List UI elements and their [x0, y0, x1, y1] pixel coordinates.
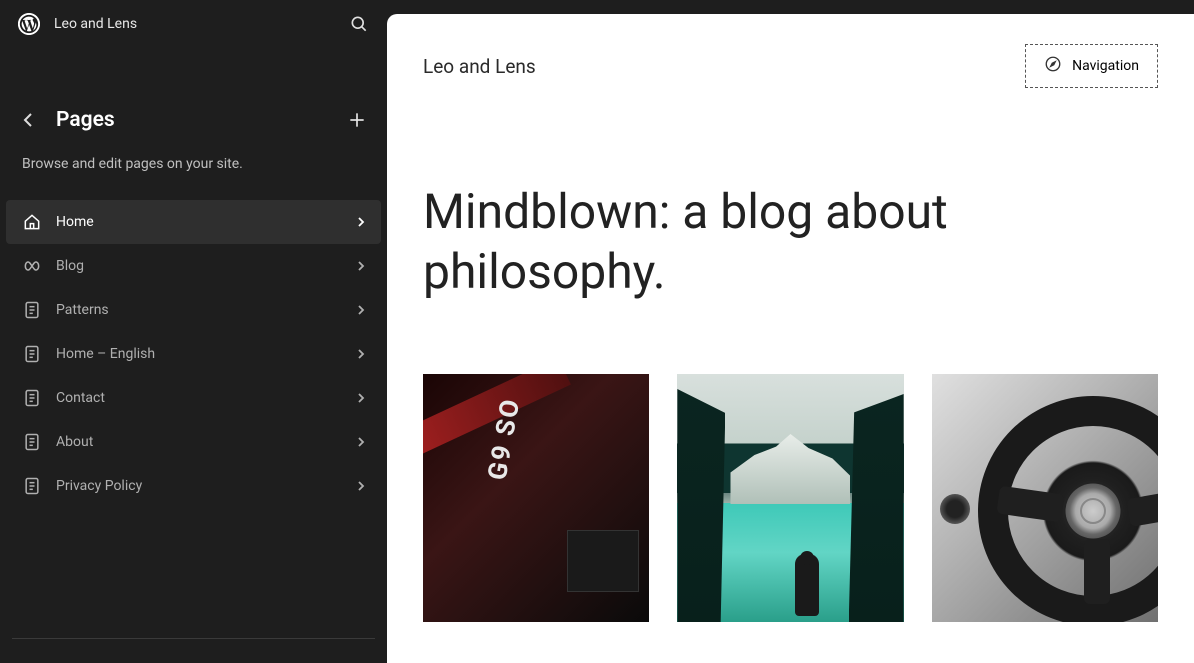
page-item-label: Privacy Policy — [56, 478, 142, 494]
page-list: Home Blog Patterns Home – English Contact Abo… — [0, 200, 387, 508]
page-item-left: Home — [22, 212, 94, 232]
page-item-patterns[interactable]: Patterns — [6, 288, 381, 332]
hero-title[interactable]: Mindblown: a blog about philosophy. — [387, 182, 1107, 302]
page-item-left: About — [22, 432, 93, 452]
wordpress-logo-icon[interactable] — [18, 13, 40, 35]
sidebar-top-left: Leo and Lens — [18, 13, 137, 35]
page-item-about[interactable]: About — [6, 420, 381, 464]
page-item-blog[interactable]: Blog — [6, 244, 381, 288]
home-icon — [22, 212, 42, 232]
preview-site-title[interactable]: Leo and Lens — [423, 55, 536, 78]
sidebar: Leo and Lens Pages Browse and edit pages… — [0, 0, 387, 663]
page-item-label: Home — [56, 214, 94, 230]
page-item-contact[interactable]: Contact — [6, 376, 381, 420]
preview-canvas: Leo and Lens Navigation Mindblown: a blo… — [387, 14, 1194, 663]
sidebar-topbar: Leo and Lens — [0, 0, 387, 48]
post-thumbnail[interactable] — [932, 374, 1158, 622]
loop-icon — [22, 256, 42, 276]
page-icon — [22, 300, 42, 320]
page-item-privacy-policy[interactable]: Privacy Policy — [6, 464, 381, 508]
navigation-label: Navigation — [1072, 58, 1139, 74]
page-item-left: Blog — [22, 256, 84, 276]
page-item-home-english[interactable]: Home – English — [6, 332, 381, 376]
chevron-right-icon — [357, 392, 365, 404]
navigation-placeholder[interactable]: Navigation — [1025, 44, 1158, 88]
sidebar-description: Browse and edit pages on your site. — [0, 156, 387, 172]
post-thumbnail[interactable]: G9 SO ▪▪▪▪▪▪▪▪▪▪▪▪▪▪▪ — [423, 374, 649, 622]
page-item-label: About — [56, 434, 93, 450]
chevron-right-icon — [357, 436, 365, 448]
page-icon — [22, 432, 42, 452]
chevron-right-icon — [357, 260, 365, 272]
page-item-left: Patterns — [22, 300, 109, 320]
page-item-label: Blog — [56, 258, 84, 274]
chevron-right-icon — [357, 480, 365, 492]
page-item-label: Patterns — [56, 302, 109, 318]
page-item-left: Contact — [22, 388, 105, 408]
page-icon — [22, 344, 42, 364]
page-icon — [22, 476, 42, 496]
chevron-right-icon — [357, 216, 365, 228]
page-icon — [22, 388, 42, 408]
add-page-button[interactable] — [345, 108, 369, 132]
page-item-label: Contact — [56, 390, 105, 406]
site-name[interactable]: Leo and Lens — [54, 16, 137, 32]
search-icon[interactable] — [349, 14, 369, 34]
sidebar-header: Pages — [0, 108, 387, 132]
sidebar-title: Pages — [56, 108, 115, 132]
page-item-home[interactable]: Home — [6, 200, 381, 244]
chevron-right-icon — [357, 304, 365, 316]
chevron-right-icon — [357, 348, 365, 360]
page-item-left: Home – English — [22, 344, 155, 364]
preview-header: Leo and Lens Navigation — [387, 14, 1194, 98]
page-item-left: Privacy Policy — [22, 476, 142, 496]
posts-grid: G9 SO ▪▪▪▪▪▪▪▪▪▪▪▪▪▪▪ — [387, 374, 1194, 622]
compass-icon — [1044, 55, 1062, 77]
back-chevron-icon[interactable] — [18, 112, 38, 128]
page-item-label: Home – English — [56, 346, 155, 362]
post-thumbnail[interactable] — [677, 374, 903, 622]
sidebar-divider — [12, 638, 375, 639]
sidebar-header-left: Pages — [18, 108, 115, 132]
